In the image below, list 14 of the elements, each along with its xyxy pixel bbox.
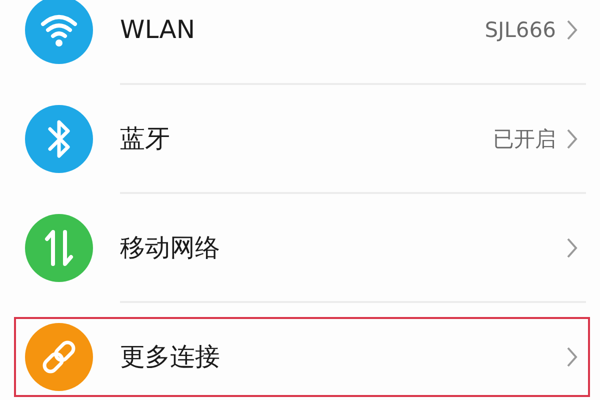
settings-row[interactable]: 更多连接 [14, 316, 590, 396]
settings-row[interactable]: 蓝牙 已开启 [14, 98, 590, 178]
chevron-icon [566, 128, 578, 150]
settings-row[interactable]: WLAN SJL666 [14, 0, 590, 70]
settings-row[interactable]: 移动网络 [14, 208, 590, 288]
chevron-icon [566, 346, 578, 368]
setting-label: 蓝牙 [120, 123, 171, 155]
chevron-icon [566, 236, 578, 258]
setting-value: 已开启 [493, 126, 556, 152]
setting-label: WLAN [120, 15, 196, 44]
setting-label: 更多连接 [120, 341, 221, 373]
chevron-icon [566, 18, 578, 40]
setting-value: SJL666 [484, 18, 556, 42]
setting-label: 移动网络 [120, 232, 221, 264]
